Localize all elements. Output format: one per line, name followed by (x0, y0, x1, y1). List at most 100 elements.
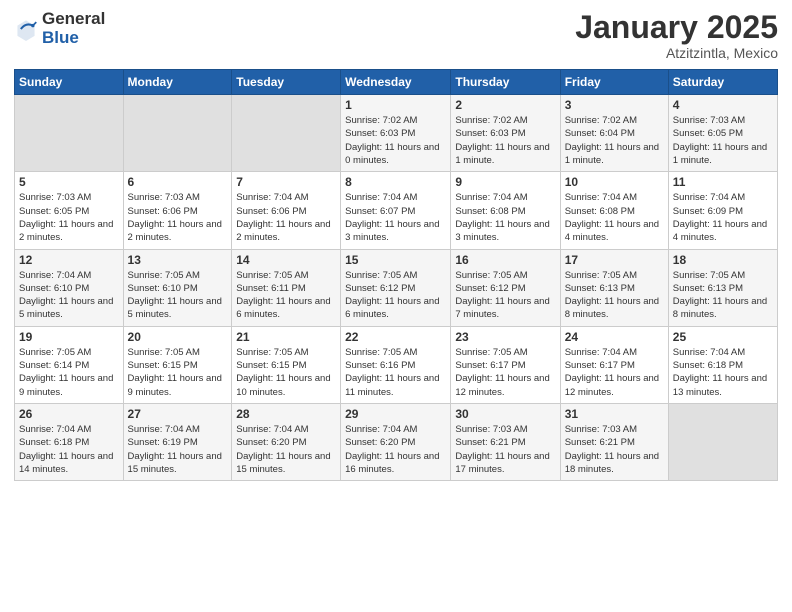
day-number: 17 (565, 253, 664, 267)
day-number: 14 (236, 253, 336, 267)
day-number: 21 (236, 330, 336, 344)
col-header-friday: Friday (560, 70, 668, 95)
day-number: 1 (345, 98, 446, 112)
day-number: 19 (19, 330, 119, 344)
day-info: Sunrise: 7:04 AMSunset: 6:07 PMDaylight:… (345, 191, 446, 244)
calendar-cell: 3 Sunrise: 7:02 AMSunset: 6:04 PMDaylight… (560, 95, 668, 172)
day-number: 18 (673, 253, 773, 267)
day-info: Sunrise: 7:05 AMSunset: 6:16 PMDaylight:… (345, 346, 446, 399)
col-header-saturday: Saturday (668, 70, 777, 95)
calendar-cell: 30 Sunrise: 7:03 AMSunset: 6:21 PMDayligh… (451, 403, 560, 480)
day-number: 20 (128, 330, 228, 344)
logo: General Blue (14, 10, 105, 47)
calendar: SundayMondayTuesdayWednesdayThursdayFrid… (14, 69, 778, 481)
calendar-cell: 28 Sunrise: 7:04 AMSunset: 6:20 PMDayligh… (232, 403, 341, 480)
day-info: Sunrise: 7:05 AMSunset: 6:17 PMDaylight:… (455, 346, 555, 399)
col-header-tuesday: Tuesday (232, 70, 341, 95)
week-row-4: 19Sunrise: 7:05 AMSunset: 6:14 PMDayligh… (15, 326, 778, 403)
day-info: Sunrise: 7:05 AMSunset: 6:10 PMDaylight:… (128, 269, 228, 322)
calendar-cell: 4Sunrise: 7:03 AMSunset: 6:05 PMDaylight… (668, 95, 777, 172)
calendar-header-row: SundayMondayTuesdayWednesdayThursdayFrid… (15, 70, 778, 95)
col-header-wednesday: Wednesday (341, 70, 451, 95)
day-info: Sunrise: 7:05 AMSunset: 6:15 PMDaylight:… (236, 346, 336, 399)
day-number: 31 (565, 407, 664, 421)
calendar-cell: 31 Sunrise: 7:03 AMSunset: 6:21 PMDayligh… (560, 403, 668, 480)
month-title: January 2025 (575, 10, 778, 45)
day-info: Sunrise: 7:05 AMSunset: 6:13 PMDaylight:… (673, 269, 773, 322)
day-number: 28 (236, 407, 336, 421)
calendar-cell: 22 Sunrise: 7:05 AMSunset: 6:16 PMDayligh… (341, 326, 451, 403)
calendar-cell: 1 Sunrise: 7:02 AMSunset: 6:03 PMDaylight… (341, 95, 451, 172)
day-number: 9 (455, 175, 555, 189)
day-info: Sunrise: 7:02 AMSunset: 6:03 PMDaylight:… (455, 114, 555, 167)
calendar-cell: 15 Sunrise: 7:05 AMSunset: 6:12 PMDayligh… (341, 249, 451, 326)
day-info: Sunrise: 7:03 AMSunset: 6:21 PMDaylight:… (455, 423, 555, 476)
day-info: Sunrise: 7:04 AMSunset: 6:17 PMDaylight:… (565, 346, 664, 399)
logo-text: General Blue (42, 10, 105, 47)
week-row-5: 26 Sunrise: 7:04 AMSunset: 6:18 PMDayligh… (15, 403, 778, 480)
day-number: 15 (345, 253, 446, 267)
day-number: 4 (673, 98, 773, 112)
day-number: 27 (128, 407, 228, 421)
day-info: Sunrise: 7:05 AMSunset: 6:12 PMDaylight:… (455, 269, 555, 322)
calendar-cell: 17 Sunrise: 7:05 AMSunset: 6:13 PMDayligh… (560, 249, 668, 326)
day-number: 26 (19, 407, 119, 421)
day-number: 16 (455, 253, 555, 267)
calendar-cell: 10Sunrise: 7:04 AMSunset: 6:08 PMDayligh… (560, 172, 668, 249)
day-info: Sunrise: 7:02 AMSunset: 6:03 PMDaylight:… (345, 114, 446, 167)
day-info: Sunrise: 7:04 AMSunset: 6:18 PMDaylight:… (19, 423, 119, 476)
day-number: 11 (673, 175, 773, 189)
day-info: Sunrise: 7:03 AMSunset: 6:21 PMDaylight:… (565, 423, 664, 476)
calendar-cell (15, 95, 124, 172)
day-info: Sunrise: 7:05 AMSunset: 6:15 PMDaylight:… (128, 346, 228, 399)
logo-icon (14, 17, 38, 41)
day-info: Sunrise: 7:04 AMSunset: 6:09 PMDaylight:… (673, 191, 773, 244)
calendar-cell: 14Sunrise: 7:05 AMSunset: 6:11 PMDayligh… (232, 249, 341, 326)
calendar-cell: 26 Sunrise: 7:04 AMSunset: 6:18 PMDayligh… (15, 403, 124, 480)
calendar-cell: 13 Sunrise: 7:05 AMSunset: 6:10 PMDayligh… (123, 249, 232, 326)
location: Atzitzintla, Mexico (575, 45, 778, 61)
day-number: 5 (19, 175, 119, 189)
calendar-cell (232, 95, 341, 172)
calendar-cell: 24Sunrise: 7:04 AMSunset: 6:17 PMDayligh… (560, 326, 668, 403)
calendar-cell: 25Sunrise: 7:04 AMSunset: 6:18 PMDayligh… (668, 326, 777, 403)
week-row-3: 12 Sunrise: 7:04 AMSunset: 6:10 PMDayligh… (15, 249, 778, 326)
day-info: Sunrise: 7:04 AMSunset: 6:10 PMDaylight:… (19, 269, 119, 322)
calendar-cell: 16 Sunrise: 7:05 AMSunset: 6:12 PMDayligh… (451, 249, 560, 326)
day-info: Sunrise: 7:05 AMSunset: 6:13 PMDaylight:… (565, 269, 664, 322)
calendar-cell: 2Sunrise: 7:02 AMSunset: 6:03 PMDaylight… (451, 95, 560, 172)
calendar-cell: 18 Sunrise: 7:05 AMSunset: 6:13 PMDayligh… (668, 249, 777, 326)
day-info: Sunrise: 7:04 AMSunset: 6:08 PMDaylight:… (565, 191, 664, 244)
day-info: Sunrise: 7:04 AMSunset: 6:08 PMDaylight:… (455, 191, 555, 244)
day-number: 6 (128, 175, 228, 189)
day-number: 8 (345, 175, 446, 189)
day-number: 13 (128, 253, 228, 267)
day-number: 25 (673, 330, 773, 344)
day-info: Sunrise: 7:03 AMSunset: 6:05 PMDaylight:… (19, 191, 119, 244)
day-info: Sunrise: 7:04 AMSunset: 6:06 PMDaylight:… (236, 191, 336, 244)
day-info: Sunrise: 7:05 AMSunset: 6:12 PMDaylight:… (345, 269, 446, 322)
day-number: 22 (345, 330, 446, 344)
calendar-cell: 8 Sunrise: 7:04 AMSunset: 6:07 PMDaylight… (341, 172, 451, 249)
week-row-2: 5 Sunrise: 7:03 AMSunset: 6:05 PMDaylight… (15, 172, 778, 249)
calendar-cell: 23 Sunrise: 7:05 AMSunset: 6:17 PMDayligh… (451, 326, 560, 403)
calendar-cell (668, 403, 777, 480)
day-number: 30 (455, 407, 555, 421)
calendar-cell: 19Sunrise: 7:05 AMSunset: 6:14 PMDayligh… (15, 326, 124, 403)
calendar-cell: 27 Sunrise: 7:04 AMSunset: 6:19 PMDayligh… (123, 403, 232, 480)
day-info: Sunrise: 7:02 AMSunset: 6:04 PMDaylight:… (565, 114, 664, 167)
day-number: 3 (565, 98, 664, 112)
day-number: 23 (455, 330, 555, 344)
day-info: Sunrise: 7:04 AMSunset: 6:20 PMDaylight:… (236, 423, 336, 476)
day-number: 29 (345, 407, 446, 421)
calendar-cell: 11 Sunrise: 7:04 AMSunset: 6:09 PMDayligh… (668, 172, 777, 249)
calendar-cell: 5 Sunrise: 7:03 AMSunset: 6:05 PMDaylight… (15, 172, 124, 249)
day-number: 12 (19, 253, 119, 267)
day-info: Sunrise: 7:04 AMSunset: 6:20 PMDaylight:… (345, 423, 446, 476)
page: General Blue January 2025 Atzitzintla, M… (0, 0, 792, 612)
day-info: Sunrise: 7:04 AMSunset: 6:19 PMDaylight:… (128, 423, 228, 476)
calendar-cell: 9 Sunrise: 7:04 AMSunset: 6:08 PMDaylight… (451, 172, 560, 249)
col-header-sunday: Sunday (15, 70, 124, 95)
calendar-cell: 29 Sunrise: 7:04 AMSunset: 6:20 PMDayligh… (341, 403, 451, 480)
logo-blue-text: Blue (42, 29, 105, 48)
